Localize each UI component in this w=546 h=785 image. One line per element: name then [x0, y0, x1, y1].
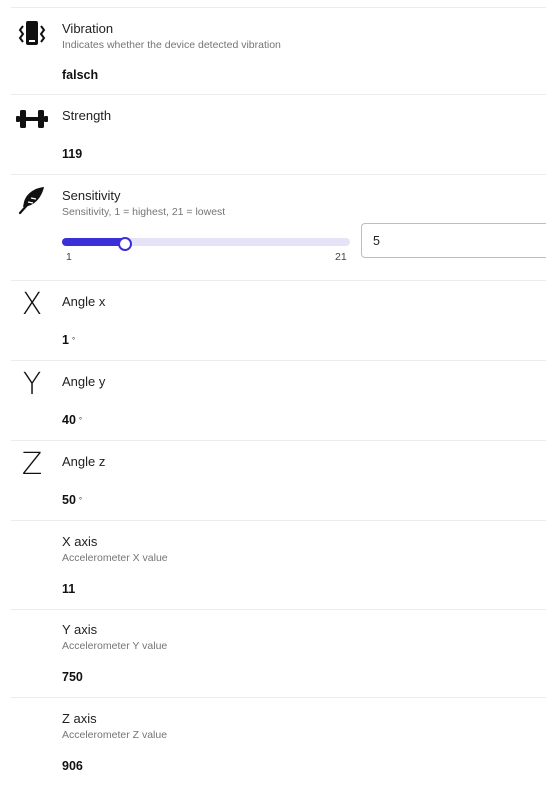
y-axis-row: Y axis Accelerometer Y value 750 [11, 610, 546, 698]
sensitivity-description: Sensitivity, 1 = highest, 21 = lowest [62, 206, 226, 218]
z-axis-row: Z axis Accelerometer Z value 906 [11, 698, 546, 785]
dumbbell-icon [15, 102, 49, 136]
angle-x-title: Angle x [62, 294, 106, 309]
x-axis-value: 11 [62, 582, 76, 596]
feather-icon [15, 183, 49, 217]
sensitivity-title: Sensitivity [62, 188, 121, 203]
y-axis-title: Y axis [62, 622, 98, 637]
strength-row: Strength 119 [11, 95, 546, 175]
angle-z-unit: ° [78, 496, 83, 506]
x-axis-row: X axis Accelerometer X value 11 [11, 521, 546, 610]
sensitivity-slider[interactable] [62, 235, 350, 251]
vibration-row: Vibration Indicates whether the device d… [11, 7, 546, 95]
x-axis-description: Accelerometer X value [62, 552, 168, 564]
angle-z-number: 50 [62, 493, 76, 507]
angle-x-number: 1 [62, 333, 69, 347]
z-axis-description: Accelerometer Z value [62, 729, 168, 741]
strength-value: 119 [62, 147, 83, 161]
y-letter-icon: Y [22, 367, 42, 402]
slider-thumb[interactable] [118, 237, 132, 251]
z-axis-value: 906 [62, 759, 83, 773]
angle-z-title: Angle z [62, 454, 106, 469]
angle-z-value: 50 ° [62, 493, 82, 507]
vibration-value: falsch [62, 68, 99, 82]
angle-y-row: Y Angle y 40 ° [11, 361, 546, 441]
z-letter-icon: Z [21, 447, 43, 482]
angle-y-number: 40 [62, 413, 76, 427]
sensitivity-input[interactable] [361, 223, 546, 258]
slider-max-label: 21 [335, 251, 347, 263]
strength-title: Strength [62, 108, 112, 123]
angle-x-row: X Angle x 1 ° [11, 281, 546, 361]
vibration-title: Vibration [62, 21, 114, 36]
slider-min-label: 1 [66, 251, 72, 263]
y-axis-value: 750 [62, 670, 83, 684]
angle-y-title: Angle y [62, 374, 106, 389]
sensitivity-row: Sensitivity Sensitivity, 1 = highest, 21… [11, 175, 546, 281]
slider-track[interactable] [62, 237, 350, 251]
angle-y-value: 40 ° [62, 413, 82, 427]
angle-x-value: 1 ° [62, 333, 75, 347]
x-letter-icon: X [21, 287, 43, 322]
angle-y-unit: ° [78, 416, 83, 426]
angle-z-row: Z Angle z 50 ° [11, 441, 546, 521]
vibration-description: Indicates whether the device detected vi… [62, 39, 281, 51]
y-axis-description: Accelerometer Y value [62, 640, 168, 652]
x-axis-title: X axis [62, 534, 98, 549]
z-axis-title: Z axis [62, 711, 97, 726]
angle-x-unit: ° [71, 336, 76, 346]
vibration-icon [15, 17, 49, 51]
